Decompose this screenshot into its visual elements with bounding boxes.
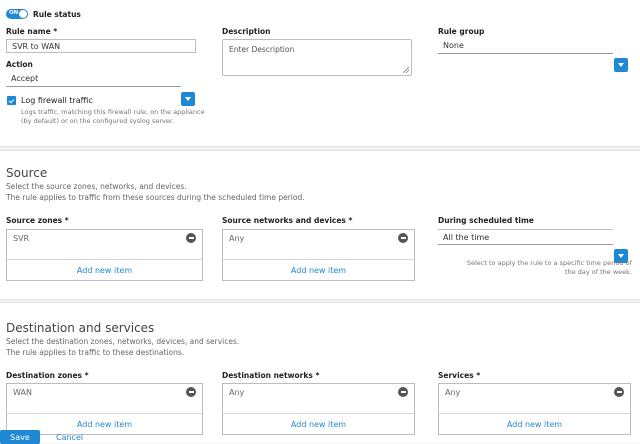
source-zones-list: SVR Add new item — [6, 229, 203, 281]
destination-panel: Destination and services Select the dest… — [0, 302, 640, 443]
list-item: SVR — [7, 230, 202, 246]
remove-icon[interactable] — [398, 233, 408, 243]
schedule-label: During scheduled time — [438, 216, 534, 225]
remove-icon[interactable] — [398, 387, 408, 397]
action-select[interactable]: Accept — [6, 71, 181, 87]
action-dropdown-button[interactable] — [181, 92, 195, 106]
source-zones-label: Source zones * — [6, 216, 69, 225]
source-zones-add-button[interactable]: Add new item — [7, 259, 202, 280]
rule-status-toggle[interactable]: ON — [6, 9, 28, 19]
rule-panel: ON Rule status Rule name * SVR to WAN Ac… — [0, 0, 640, 147]
destination-title: Destination and services — [6, 321, 155, 335]
schedule-select[interactable]: All the time — [438, 229, 613, 245]
remove-icon[interactable] — [186, 387, 196, 397]
rule-group-label: Rule group — [438, 27, 485, 36]
source-networks-label: Source networks and devices * — [222, 216, 353, 225]
source-networks-list: Any Add new item — [222, 229, 415, 281]
rule-status-label: Rule status — [33, 10, 81, 19]
rule-name-input[interactable]: SVR to WAN — [6, 39, 196, 53]
resize-grip-icon[interactable] — [403, 67, 409, 73]
description-label: Description — [222, 27, 271, 36]
services-label: Services * — [438, 371, 481, 380]
toggle-knob — [19, 10, 27, 18]
list-item: Any — [223, 384, 414, 400]
action-label: Action — [6, 60, 33, 69]
destination-networks-label: Destination networks * — [222, 371, 320, 380]
destination-zones-label: Destination zones * — [6, 371, 89, 380]
source-desc-1: Select the source zones, networks, and d… — [6, 182, 187, 191]
rule-group-dropdown-button[interactable] — [614, 58, 628, 72]
description-textarea[interactable]: Enter Description — [222, 39, 412, 76]
rule-group-select[interactable]: None — [438, 38, 613, 54]
chevron-down-icon — [618, 254, 624, 258]
source-networks-add-button[interactable]: Add new item — [223, 259, 414, 280]
destination-desc-2: The rule applies to traffic to these des… — [6, 348, 185, 357]
chevron-down-icon — [185, 97, 191, 101]
description-placeholder: Enter Description — [229, 45, 295, 54]
log-traffic-help: Logs traffic, matching this firewall rul… — [21, 108, 205, 125]
list-item: Any — [223, 230, 414, 246]
footer-bar — [0, 428, 640, 442]
source-title: Source — [6, 166, 48, 180]
log-traffic-checkbox[interactable] — [7, 96, 16, 105]
cancel-button[interactable]: Cancel — [56, 433, 83, 442]
destination-desc-1: Select the destination zones, networks, … — [6, 337, 240, 346]
list-item: WAN — [7, 384, 202, 400]
schedule-help: Select to apply the rule to a specific t… — [466, 259, 632, 276]
check-icon — [8, 97, 15, 103]
rule-name-label: Rule name * — [6, 27, 58, 36]
remove-icon[interactable] — [614, 387, 624, 397]
list-item: Any — [439, 384, 630, 400]
source-panel: Source Select the source zones, networks… — [0, 150, 640, 300]
remove-icon[interactable] — [186, 233, 196, 243]
chevron-down-icon — [618, 63, 624, 67]
log-traffic-label: Log firewall traffic — [21, 96, 93, 105]
source-desc-2: The rule applies to traffic from these s… — [6, 193, 305, 202]
